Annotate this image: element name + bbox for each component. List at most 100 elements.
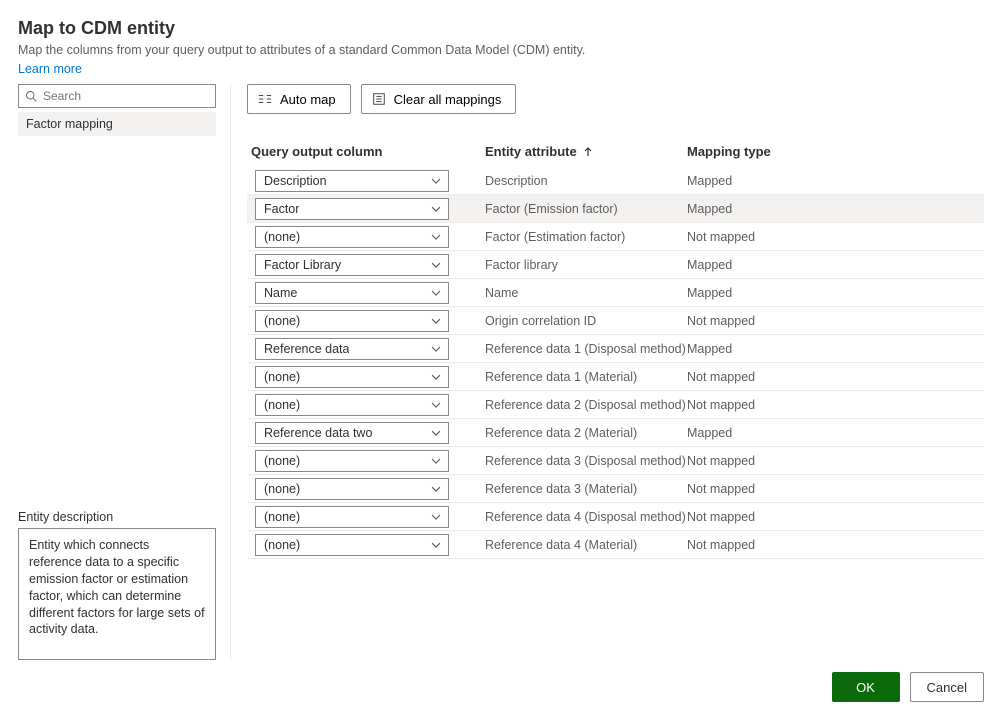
query-column-dropdown[interactable]: (none) [255, 226, 449, 248]
query-cell: (none) [247, 478, 485, 500]
table-row: (none) Reference data 3 (Disposal method)… [247, 447, 984, 475]
query-cell: Description [247, 170, 485, 192]
query-column-dropdown[interactable]: (none) [255, 534, 449, 556]
table-row: (none)Origin correlation IDNot mapped [247, 307, 984, 335]
mapping-type-cell: Mapped [687, 426, 984, 440]
mapping-type-cell: Not mapped [687, 314, 984, 328]
mapping-type-cell: Mapped [687, 286, 984, 300]
query-cell: (none) [247, 450, 485, 472]
query-column-value: (none) [264, 510, 300, 524]
mapping-type-cell: Not mapped [687, 370, 984, 384]
entity-description-box: Entity which connects reference data to … [18, 528, 216, 660]
chevron-down-icon [430, 315, 442, 327]
column-header-mapping-type[interactable]: Mapping type [687, 144, 984, 159]
query-column-value: Description [264, 174, 327, 188]
query-column-dropdown[interactable]: (none) [255, 394, 449, 416]
chevron-down-icon [430, 371, 442, 383]
query-column-dropdown[interactable]: (none) [255, 366, 449, 388]
query-column-value: (none) [264, 538, 300, 552]
query-column-value: (none) [264, 398, 300, 412]
table-row: FactorFactor (Emission factor)Mapped [247, 195, 984, 223]
auto-map-label: Auto map [280, 92, 336, 107]
auto-map-button[interactable]: Auto map [247, 84, 351, 114]
query-column-dropdown[interactable]: (none) [255, 506, 449, 528]
mapping-type-cell: Not mapped [687, 230, 984, 244]
attribute-cell: Reference data 2 (Material) [485, 426, 687, 440]
clear-all-label: Clear all mappings [394, 92, 502, 107]
column-header-attribute[interactable]: Entity attribute [485, 144, 687, 159]
table-row: (none) Factor (Estimation factor)Not mapp… [247, 223, 984, 251]
query-cell: Factor Library [247, 254, 485, 276]
query-cell: (none) [247, 226, 485, 248]
attribute-cell: Reference data 4 (Material) [485, 538, 687, 552]
query-column-dropdown[interactable]: Factor Library [255, 254, 449, 276]
query-column-dropdown[interactable]: Name [255, 282, 449, 304]
table-row: Reference data two Reference data 2 (Mate… [247, 419, 984, 447]
attribute-cell: Reference data 3 (Disposal method) [485, 454, 687, 468]
grid-header-row: Query output column Entity attribute Map… [247, 136, 984, 167]
query-column-value: Reference data two [264, 426, 372, 440]
sidebar-item-factor-mapping[interactable]: Factor mapping [18, 112, 216, 136]
query-cell: (none) [247, 506, 485, 528]
learn-more-link[interactable]: Learn more [18, 62, 82, 76]
query-cell: (none) [247, 310, 485, 332]
attribute-cell: Factor library [485, 258, 687, 272]
chevron-down-icon [430, 203, 442, 215]
table-row: (none) Reference data 3 (Material)Not map… [247, 475, 984, 503]
table-row: DescriptionDescriptionMapped [247, 167, 984, 195]
query-column-value: (none) [264, 314, 300, 328]
mapping-type-cell: Mapped [687, 258, 984, 272]
query-column-value: Name [264, 286, 297, 300]
mapping-type-cell: Not mapped [687, 482, 984, 496]
table-row: Reference dataReference data 1 (Disposal… [247, 335, 984, 363]
search-input[interactable] [37, 88, 209, 104]
sidebar: Factor mapping Entity description Entity… [18, 84, 231, 660]
query-column-value: (none) [264, 482, 300, 496]
attribute-cell: Reference data 2 (Disposal method) [485, 398, 687, 412]
grid-body: Description Description Mapped Factor Factor… [247, 167, 984, 559]
attribute-cell: Name [485, 286, 687, 300]
column-header-query[interactable]: Query output column [247, 144, 485, 159]
attribute-cell: Reference data 3 (Material) [485, 482, 687, 496]
attribute-cell: Description [485, 174, 687, 188]
attribute-cell: Reference data 1 (Material) [485, 370, 687, 384]
table-row: (none) Reference data 2 (Disposal method)… [247, 391, 984, 419]
attribute-cell: Reference data 4 (Disposal method) [485, 510, 687, 524]
chevron-down-icon [430, 287, 442, 299]
mapping-type-cell: Not mapped [687, 510, 984, 524]
query-column-dropdown[interactable]: (none) [255, 478, 449, 500]
entity-description-label: Entity description [18, 510, 216, 524]
query-column-dropdown[interactable]: Description [255, 170, 449, 192]
query-cell: (none) [247, 534, 485, 556]
attribute-cell: Factor (Emission factor) [485, 202, 687, 216]
query-column-dropdown[interactable]: (none) [255, 450, 449, 472]
query-cell: Reference data two [247, 422, 485, 444]
chevron-down-icon [430, 343, 442, 355]
cancel-button[interactable]: Cancel [910, 672, 984, 702]
query-column-dropdown[interactable]: Reference data two [255, 422, 449, 444]
attribute-cell: Factor (Estimation factor) [485, 230, 687, 244]
chevron-down-icon [430, 259, 442, 271]
main-panel: Auto map Clear all mappings Query output… [247, 84, 984, 660]
chevron-down-icon [430, 455, 442, 467]
table-row: Factor Library Factor libraryMapped [247, 251, 984, 279]
table-row: (none) Reference data 4 (Disposal method)… [247, 503, 984, 531]
query-column-value: Factor [264, 202, 299, 216]
query-cell: (none) [247, 394, 485, 416]
query-column-value: (none) [264, 230, 300, 244]
query-column-value: Factor Library [264, 258, 341, 272]
ok-button[interactable]: OK [832, 672, 900, 702]
mapping-type-cell: Not mapped [687, 538, 984, 552]
query-cell: (none) [247, 366, 485, 388]
chevron-down-icon [430, 175, 442, 187]
query-column-dropdown[interactable]: (none) [255, 310, 449, 332]
clear-all-mappings-button[interactable]: Clear all mappings [361, 84, 517, 114]
chevron-down-icon [430, 399, 442, 411]
search-input-wrapper[interactable] [18, 84, 216, 108]
query-column-dropdown[interactable]: Reference data [255, 338, 449, 360]
query-column-dropdown[interactable]: Factor [255, 198, 449, 220]
auto-map-icon [258, 92, 272, 106]
mapping-type-cell: Not mapped [687, 398, 984, 412]
mapping-type-cell: Not mapped [687, 454, 984, 468]
table-row: NameNameMapped [247, 279, 984, 307]
